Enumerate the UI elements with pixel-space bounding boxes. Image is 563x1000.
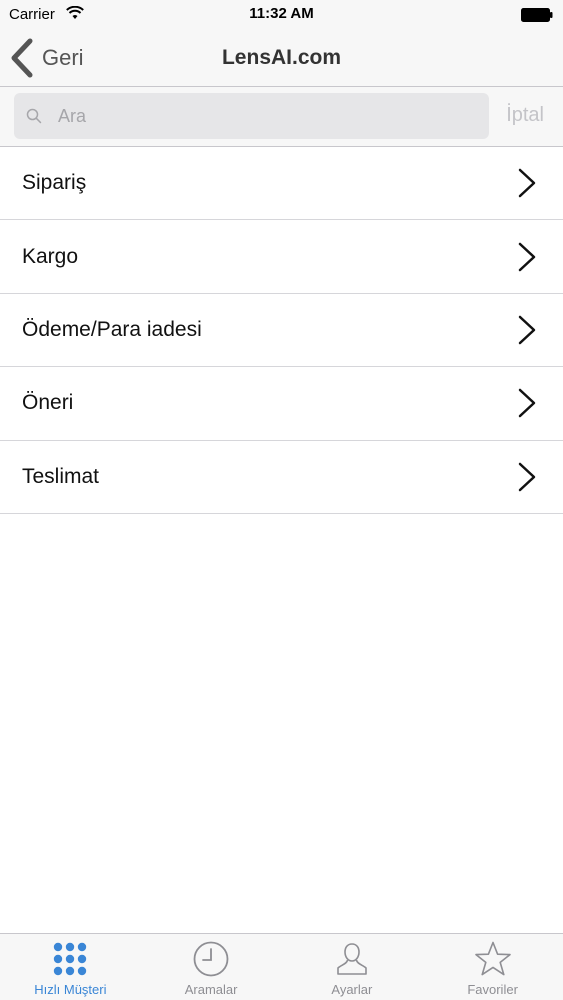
star-icon	[474, 941, 511, 976]
list-item-label: Öneri	[22, 391, 74, 415]
chevron-right-icon	[518, 315, 536, 345]
tab-hizli-musteri[interactable]: Hızlı Müşteri	[0, 934, 141, 1000]
tab-label: Favoriler	[467, 982, 518, 997]
list-item-kargo[interactable]: Kargo	[0, 220, 563, 294]
grid-dots-icon	[54, 942, 87, 976]
search-input[interactable]	[58, 105, 438, 127]
tab-label: Aramalar	[184, 982, 238, 997]
tab-bar: Hızlı Müşteri Aramalar Ayarlar Favoriler	[0, 933, 563, 1000]
page-title: LensAI.com	[221, 46, 342, 69]
list-item-label: Teslimat	[22, 464, 100, 488]
search-bar: İptal	[0, 87, 563, 147]
navigation-bar: Geri LensAI.com	[0, 30, 563, 87]
list-item-oneri[interactable]: Öneri	[0, 367, 563, 441]
tab-ayarlar[interactable]: Ayarlar	[282, 934, 423, 1000]
chevron-right-icon	[518, 462, 536, 491]
chevron-right-icon	[518, 389, 536, 418]
list-item-odeme[interactable]: Ödeme/Para iadesi	[0, 293, 563, 368]
list-item-siparis[interactable]: Sipariş	[0, 147, 563, 221]
list-item-teslimat[interactable]: Teslimat	[0, 440, 563, 514]
tab-favoriler[interactable]: Favoriler	[422, 934, 563, 1000]
list-item-label: Sipariş	[22, 171, 87, 195]
person-icon	[337, 943, 367, 975]
chevron-right-icon	[518, 242, 536, 271]
list-item-label: Kargo	[22, 244, 79, 268]
status-bar: Carrier 11:32 AM	[0, 0, 563, 30]
tab-aramalar[interactable]: Aramalar	[141, 934, 282, 1000]
chevron-right-icon	[518, 168, 536, 198]
list-item-label: Ödeme/Para iadesi	[22, 317, 202, 341]
cancel-button[interactable]: İptal	[506, 104, 544, 127]
tab-label: Ayarlar	[331, 982, 373, 997]
search-icon	[26, 108, 42, 124]
tab-label: Hızlı Müşteri	[34, 982, 107, 997]
clock-icon	[193, 941, 229, 977]
menu-list: Sipariş Kargo Ödeme/Para iadesi Öneri Te…	[0, 147, 563, 514]
search-box[interactable]	[14, 93, 489, 139]
clock-time: 11:32 AM	[249, 5, 314, 22]
battery-icon	[521, 8, 553, 22]
